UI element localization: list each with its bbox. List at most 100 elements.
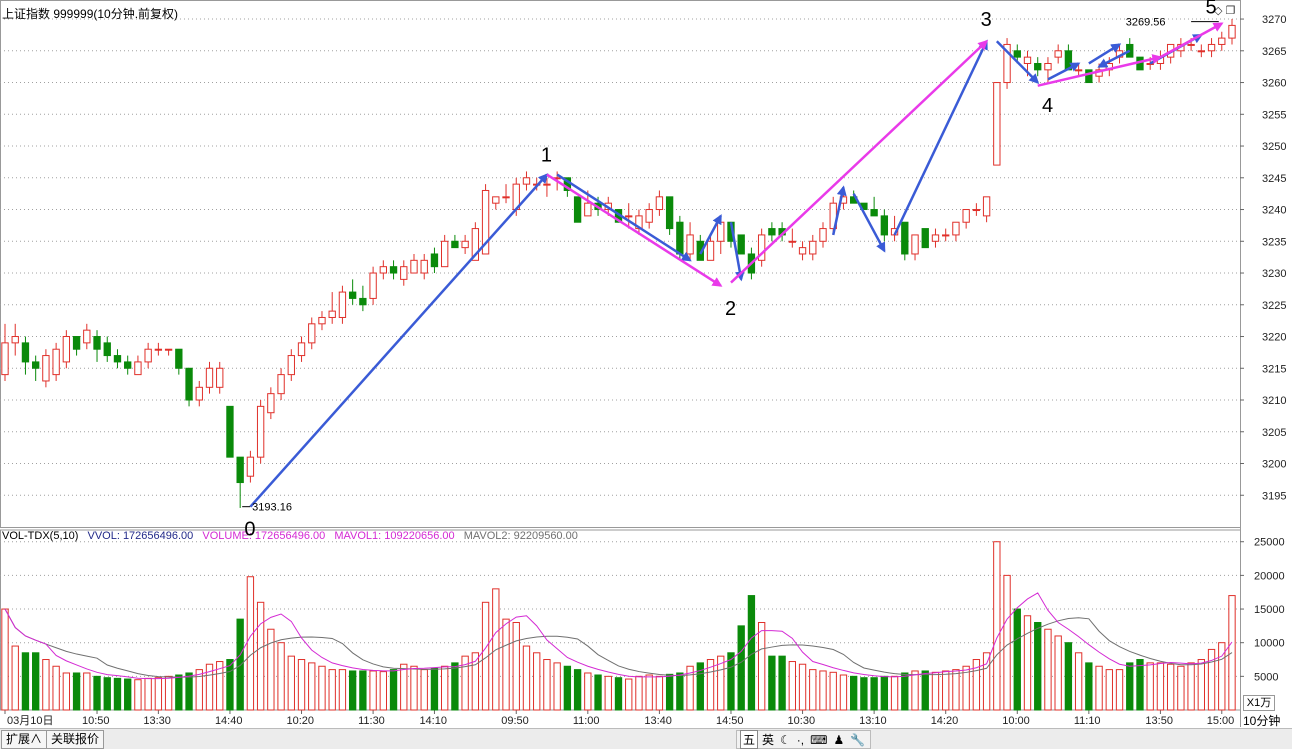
candle-body — [706, 240, 715, 261]
time-label: 14:40 — [215, 715, 243, 727]
volume-bar — [430, 667, 439, 711]
ime-user-icon[interactable]: ♟ — [831, 733, 846, 747]
volume-bar — [829, 671, 837, 711]
time-label: 13:50 — [1145, 715, 1173, 727]
related-quote-button[interactable]: 关联报价 — [46, 730, 105, 749]
kline-chart[interactable]: 3270326532603255325032453240323532303225… — [0, 0, 1292, 748]
volume-bar — [1177, 665, 1185, 711]
time-label: 13:10 — [859, 715, 887, 727]
price-tick-label: 3225 — [1262, 300, 1286, 312]
volume-bar — [1197, 659, 1205, 711]
volume-bar — [83, 672, 91, 711]
time-label: 14:10 — [419, 715, 447, 727]
candle-body — [819, 228, 827, 242]
volume-bar — [614, 677, 623, 711]
candle-body — [1054, 50, 1062, 58]
candle-body — [21, 342, 30, 363]
volume-tick-label: 15000 — [1254, 604, 1285, 616]
volume-bar — [195, 669, 203, 711]
candle-body — [573, 196, 582, 223]
candle-body — [1013, 50, 1021, 58]
price-tick-label: 3200 — [1262, 459, 1286, 471]
wave-arrow-magenta — [1159, 22, 1224, 59]
candle-body — [256, 405, 265, 458]
candle-body — [645, 209, 653, 223]
candle-body — [430, 253, 439, 268]
volume-bar — [819, 670, 827, 711]
price-tick-label: 3250 — [1262, 141, 1286, 153]
candle-body — [216, 367, 224, 388]
time-label: 10:50 — [82, 715, 110, 727]
time-label: 09:50 — [501, 715, 529, 727]
volume-bar — [1166, 663, 1175, 711]
volume-bar — [1064, 642, 1073, 711]
candle-body — [154, 348, 163, 351]
volume-bar — [400, 663, 408, 711]
time-label: 11:00 — [573, 715, 600, 727]
time-label: 11:10 — [1074, 715, 1101, 727]
volume-bar — [778, 655, 786, 711]
candle-body — [993, 82, 1001, 166]
candle-body — [522, 177, 531, 185]
candle-body — [42, 355, 50, 382]
ime-settings-icon[interactable]: 🔧 — [848, 733, 867, 747]
volume-bar — [757, 622, 766, 711]
candle-body — [880, 215, 889, 236]
candle-body — [379, 266, 387, 274]
volume-bar — [72, 672, 81, 711]
candle-body — [195, 386, 203, 401]
time-label: 13:40 — [644, 715, 672, 727]
candle-body — [1218, 37, 1226, 45]
volume-tick-label: 10000 — [1254, 638, 1285, 650]
candle-body — [72, 336, 81, 350]
price-tick-label: 3220 — [1262, 332, 1286, 344]
price-tick-label: 3245 — [1262, 173, 1286, 185]
period-label[interactable]: 10分钟 — [1243, 712, 1280, 729]
wave-label-0: 0 — [244, 518, 255, 540]
candle-body — [1187, 43, 1195, 46]
ime-english-icon[interactable]: 英 — [760, 731, 776, 748]
volume-bar — [1023, 615, 1032, 711]
price-tick-label: 3240 — [1262, 205, 1286, 217]
candle-body — [962, 209, 970, 223]
price-tick-label: 3260 — [1262, 78, 1286, 90]
volume-bar — [42, 659, 50, 711]
ime-keyboard-icon[interactable]: ⌨ — [808, 733, 829, 747]
candle-body — [1074, 69, 1083, 72]
candle-body — [11, 336, 19, 344]
volume-bar — [727, 652, 735, 711]
wave-label-2: 2 — [725, 298, 736, 320]
candle-body — [1228, 24, 1236, 39]
candle-body — [62, 336, 71, 363]
volume-bar — [839, 674, 848, 711]
vol-unit-label: X1万 — [1243, 695, 1275, 711]
price-tick-label: 3265 — [1262, 46, 1286, 58]
candle-body — [246, 456, 255, 477]
volume-bar — [328, 669, 336, 711]
candle-body — [625, 215, 633, 218]
candle-body — [1044, 62, 1052, 71]
wave-arrow-blue — [1088, 43, 1122, 65]
ime-punct-icon[interactable]: ·, — [795, 733, 806, 747]
candle-body — [798, 247, 807, 255]
candle-body — [226, 405, 234, 458]
candle-body — [461, 240, 469, 249]
volume-bar — [533, 652, 541, 711]
volume-bar — [798, 663, 807, 711]
volume-bar — [93, 675, 101, 711]
candle-body — [982, 196, 991, 217]
candle-body — [93, 336, 101, 350]
candle-body — [870, 209, 878, 217]
candle-body — [717, 221, 725, 242]
volume-bar — [308, 662, 316, 711]
volume-bar — [942, 670, 950, 711]
candle-body — [1034, 62, 1042, 71]
candle-body — [52, 348, 60, 376]
candle-body — [768, 228, 776, 236]
candle-body — [32, 361, 40, 369]
candle-body — [400, 266, 408, 280]
ime-wubi-icon[interactable]: 五 — [740, 730, 759, 749]
ime-moon-icon[interactable]: ☾ — [778, 733, 793, 747]
expand-button[interactable]: 扩展∧ — [1, 730, 48, 749]
volume-bar — [880, 675, 889, 711]
